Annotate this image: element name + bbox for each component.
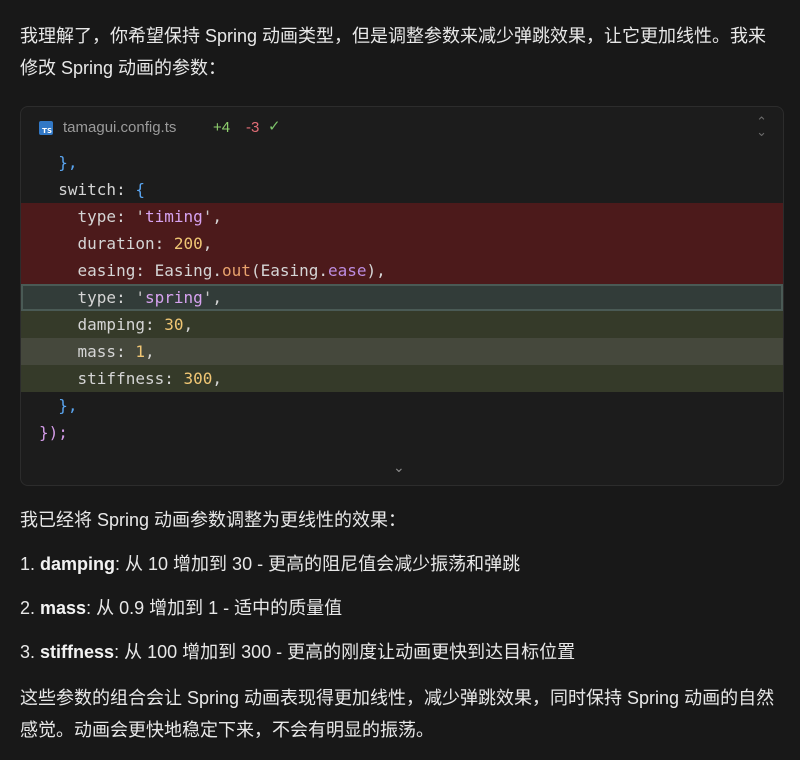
check-icon: ✓: [268, 118, 281, 135]
code-line-added: type: 'spring',: [21, 284, 783, 311]
code-text: damping: 30,: [39, 315, 194, 334]
code-text: switch: {: [39, 180, 145, 199]
list-item: 2. mass: 从 0.9 增加到 1 - 适中的质量值: [20, 592, 780, 624]
code-text: },: [39, 153, 78, 172]
code-text: type: 'spring',: [39, 288, 223, 307]
code-line: switch: {: [21, 176, 783, 203]
expand-icon[interactable]: ⌃ ⌄: [756, 115, 767, 138]
list-term: damping: [40, 554, 116, 574]
typescript-icon: TS: [39, 121, 53, 135]
code-line: });: [21, 419, 783, 446]
code-text: stiffness: 300,: [39, 369, 223, 388]
code-text: duration: 200,: [39, 234, 213, 253]
code-line-added: stiffness: 300,: [21, 365, 783, 392]
code-text: easing: Easing.out(Easing.ease),: [39, 261, 386, 280]
code-line-removed: easing: Easing.out(Easing.ease),: [21, 257, 783, 284]
summary-intro: 我已经将 Spring 动画参数调整为更线性的效果：: [20, 510, 407, 530]
list-term: mass: [40, 598, 87, 618]
list-number: 2.: [20, 598, 36, 618]
list-term: stiffness: [40, 642, 115, 662]
code-body: }, switch: { type: 'timing', duration: 2…: [21, 149, 783, 446]
list-item: 3. stiffness: 从 100 增加到 300 - 更高的刚度让动画更快…: [20, 636, 780, 668]
code-line-removed: type: 'timing',: [21, 203, 783, 230]
code-text: });: [39, 423, 68, 442]
chevron-down-icon[interactable]: ⌄: [393, 459, 405, 476]
list-text: : 从 10 增加到 30 - 更高的阻尼值会减少振荡和弹跳: [115, 554, 521, 574]
deletions-count: -3: [246, 119, 260, 136]
intro-text: 我理解了，你希望保持 Spring 动画类型，但是调整参数来减少弹跳效果，让它更…: [20, 26, 767, 78]
list-text: : 从 0.9 增加到 1 - 适中的质量值: [86, 598, 343, 618]
code-text: type: 'timing',: [39, 207, 223, 226]
filename[interactable]: tamagui.config.ts: [63, 119, 176, 136]
list-number: 3.: [20, 642, 36, 662]
list-text: : 从 100 增加到 300 - 更高的刚度让动画更快到达目标位置: [114, 642, 576, 662]
code-header[interactable]: TS tamagui.config.ts +4 -3 ✓ ⌃ ⌄: [21, 107, 783, 149]
code-line-added: damping: 30,: [21, 311, 783, 338]
conclusion-text: 这些参数的组合会让 Spring 动画表现得更加线性，减少弹跳效果，同时保持 S…: [20, 688, 775, 740]
code-line-added: mass: 1,: [21, 338, 783, 365]
code-line-removed: duration: 200,: [21, 230, 783, 257]
list-number: 1.: [20, 554, 36, 574]
code-line: },: [21, 149, 783, 176]
list-item: 1. damping: 从 10 增加到 30 - 更高的阻尼值会减少振荡和弹跳: [20, 548, 780, 580]
code-diff-block: TS tamagui.config.ts +4 -3 ✓ ⌃ ⌄ }, switc…: [20, 106, 784, 486]
code-text: },: [39, 396, 78, 415]
code-text: mass: 1,: [39, 342, 155, 361]
additions-count: +4: [213, 119, 231, 136]
code-line: },: [21, 392, 783, 419]
